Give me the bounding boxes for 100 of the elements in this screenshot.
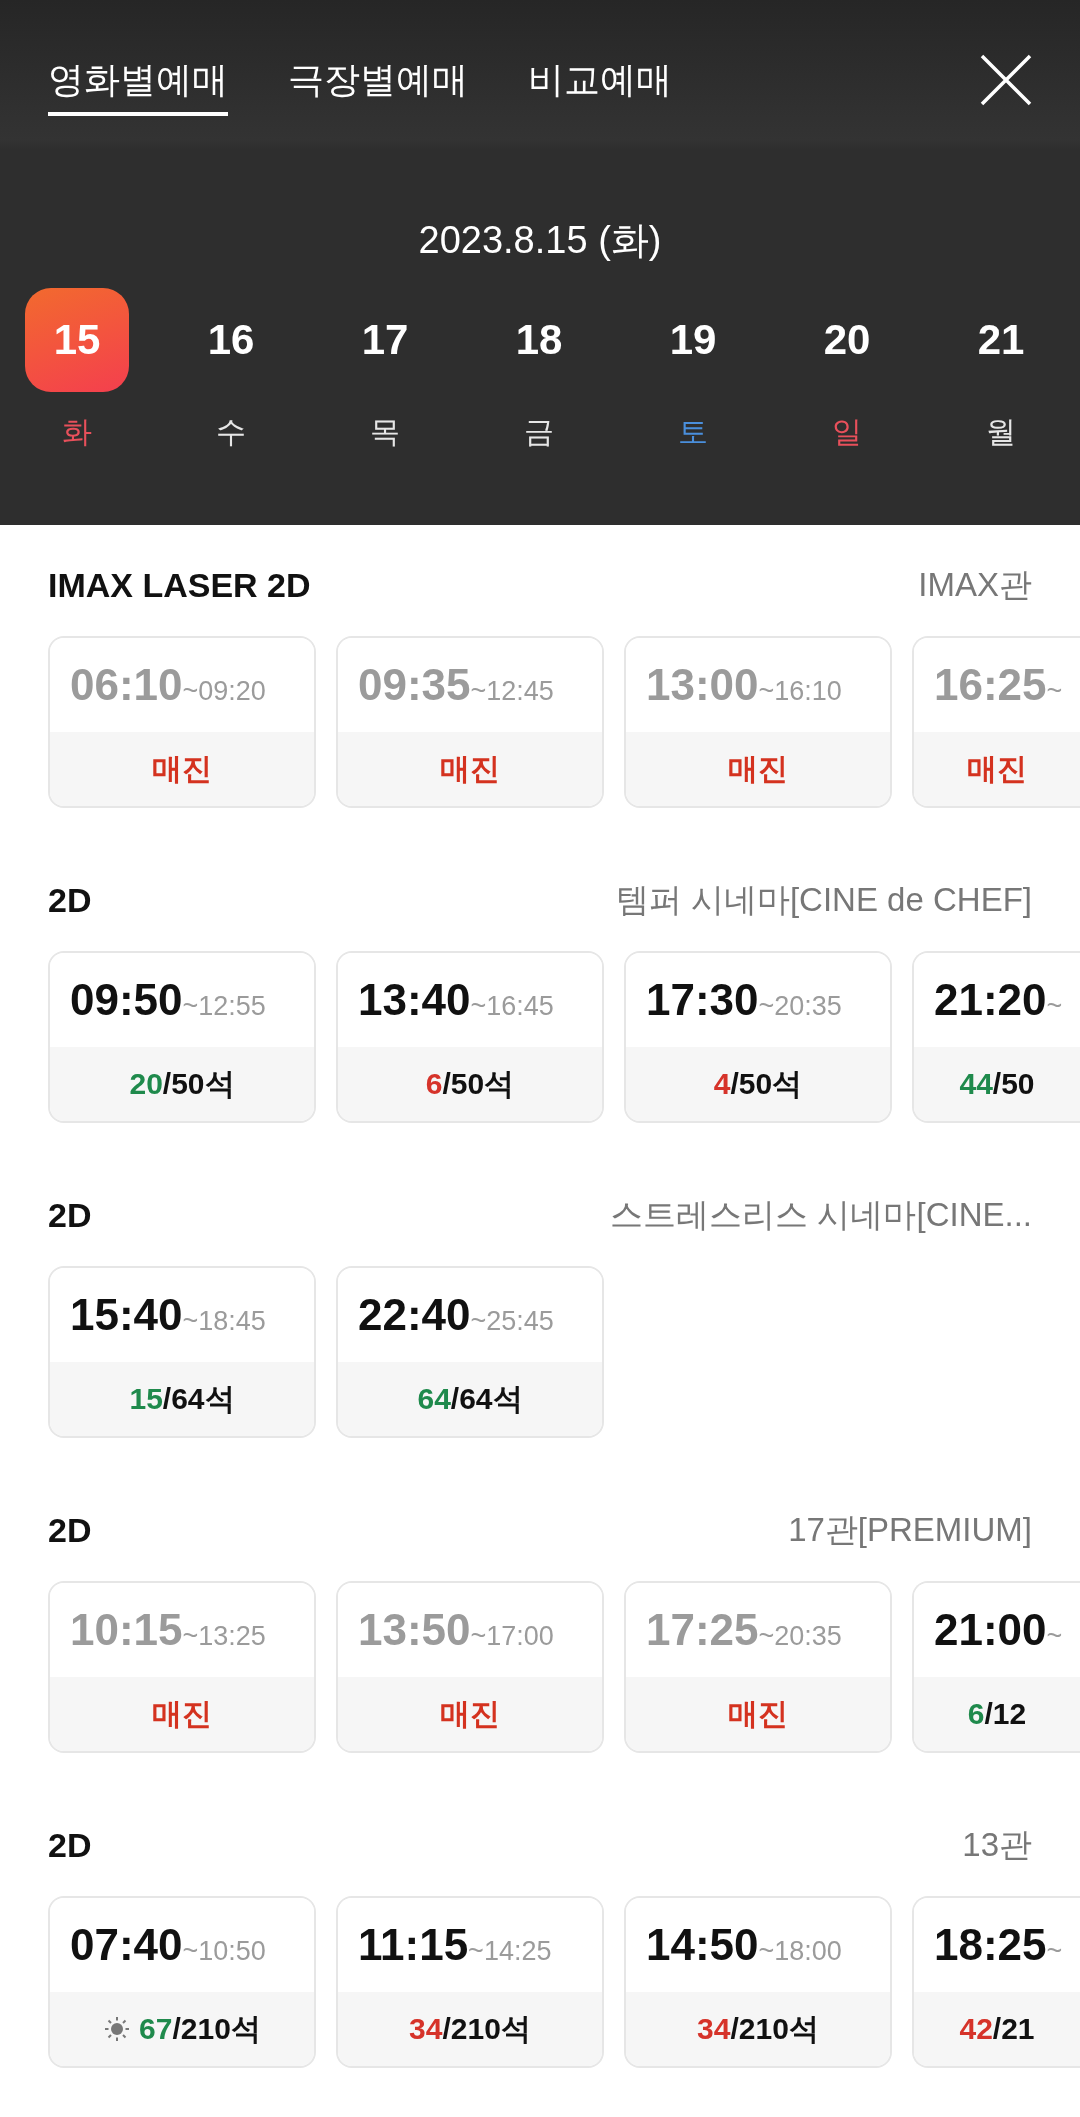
sold-out-label: 매진 xyxy=(152,1694,212,1733)
start-time: 14:50 xyxy=(646,1920,759,1970)
showtime-card[interactable]: 07:40~10:50 67/210석 xyxy=(48,1896,316,2068)
tab[interactable]: 극장별예매 xyxy=(288,50,468,116)
close-button[interactable] xyxy=(980,54,1032,106)
showtime-card[interactable]: 18:25~ 42/21 xyxy=(912,1896,1080,2068)
weekday-label: 월 xyxy=(986,413,1016,451)
start-time: 17:30 xyxy=(646,975,759,1025)
showtime-card[interactable]: 15:40~18:45 15/64석 xyxy=(48,1266,316,1438)
tab[interactable]: 비교예매 xyxy=(528,50,672,116)
weekday-label: 화 xyxy=(62,413,92,451)
format-label: 2D xyxy=(48,1510,92,1550)
end-time: ~10:50 xyxy=(182,1936,266,1967)
start-time: 06:10 xyxy=(70,660,183,710)
end-time: ~14:25 xyxy=(468,1936,552,1967)
end-time: ~ xyxy=(1046,1936,1063,1967)
end-time: ~09:20 xyxy=(182,676,266,707)
start-time: 16:25 xyxy=(934,660,1047,710)
sold-out-label: 매진 xyxy=(728,1694,788,1733)
showtime-card[interactable]: 21:00~ 6/12 xyxy=(912,1581,1080,1753)
seat-count: 34/210석 xyxy=(409,2010,531,2047)
seat-count: 67/210석 xyxy=(139,2010,261,2047)
start-time: 17:25 xyxy=(646,1605,759,1655)
start-time: 18:25 xyxy=(934,1920,1047,1970)
showtime-card[interactable]: 13:50~17:00 매진 xyxy=(336,1581,604,1753)
showtime-card[interactable]: 06:10~09:20 매진 xyxy=(48,636,316,808)
showtime-card[interactable]: 22:40~25:45 64/64석 xyxy=(336,1266,604,1438)
seat-count: 6/12 xyxy=(967,1697,1027,1731)
sold-out-label: 매진 xyxy=(440,1694,500,1733)
format-label: IMAX LASER 2D xyxy=(48,565,311,605)
start-time: 15:40 xyxy=(70,1290,183,1340)
sold-out-label: 매진 xyxy=(440,749,500,788)
date-button[interactable]: 19 xyxy=(641,288,745,392)
end-time: ~ xyxy=(1046,676,1063,707)
start-time: 09:50 xyxy=(70,975,183,1025)
start-time: 13:50 xyxy=(358,1605,471,1655)
weekday-label: 일 xyxy=(832,413,862,451)
end-time: ~20:35 xyxy=(758,1621,842,1652)
start-time: 21:20 xyxy=(934,975,1047,1025)
start-time: 21:00 xyxy=(934,1605,1047,1655)
start-time: 22:40 xyxy=(358,1290,471,1340)
format-label: 2D xyxy=(48,1195,92,1235)
end-time: ~16:10 xyxy=(758,676,842,707)
seat-count: 4/50석 xyxy=(713,1065,803,1102)
screen-name: 13관 xyxy=(962,1824,1032,1865)
end-time: ~16:45 xyxy=(470,991,554,1022)
seat-count: 15/64석 xyxy=(129,1380,235,1417)
showtime-card[interactable]: 17:30~20:35 4/50석 xyxy=(624,951,892,1123)
start-time: 11:15 xyxy=(358,1920,469,1970)
end-time: ~ xyxy=(1046,991,1063,1022)
start-time: 09:35 xyxy=(358,660,471,710)
date-button[interactable]: 17 xyxy=(333,288,437,392)
showtime-card[interactable]: 16:25~ 매진 xyxy=(912,636,1080,808)
showtime-card[interactable]: 14:50~18:00 34/210석 xyxy=(624,1896,892,2068)
screen-name: 스트레스리스 시네마[CINE... xyxy=(610,1194,1032,1235)
tab[interactable]: 영화별예매 xyxy=(48,50,228,116)
format-label: 2D xyxy=(48,880,92,920)
start-time: 07:40 xyxy=(70,1920,183,1970)
showtime-card[interactable]: 10:15~13:25 매진 xyxy=(48,1581,316,1753)
end-time: ~25:45 xyxy=(470,1306,554,1337)
end-time: ~18:00 xyxy=(758,1936,842,1967)
showtime-card[interactable]: 17:25~20:35 매진 xyxy=(624,1581,892,1753)
end-time: ~18:45 xyxy=(182,1306,266,1337)
date-button[interactable]: 16 xyxy=(179,288,283,392)
end-time: ~20:35 xyxy=(758,991,842,1022)
weekday-label: 토 xyxy=(678,413,708,451)
showtime-card[interactable]: 13:40~16:45 6/50석 xyxy=(336,951,604,1123)
start-time: 10:15 xyxy=(70,1605,183,1655)
start-time: 13:40 xyxy=(358,975,471,1025)
seat-count: 34/210석 xyxy=(697,2010,819,2047)
date-button[interactable]: 20 xyxy=(795,288,899,392)
start-time: 13:00 xyxy=(646,660,759,710)
seat-count: 6/50석 xyxy=(425,1065,515,1102)
date-button[interactable]: 21 xyxy=(949,288,1053,392)
sold-out-label: 매진 xyxy=(152,749,212,788)
screen-name: 템퍼 시네마[CINE de CHEF] xyxy=(615,879,1032,920)
screen-name: 17관[PREMIUM] xyxy=(788,1509,1032,1550)
showtime-card[interactable]: 13:00~16:10 매진 xyxy=(624,636,892,808)
weekday-label: 목 xyxy=(370,413,400,451)
end-time: ~13:25 xyxy=(182,1621,266,1652)
selected-date: 2023.8.15 (화) xyxy=(417,218,663,263)
end-time: ~12:55 xyxy=(182,991,266,1022)
seat-count: 64/64석 xyxy=(417,1380,523,1417)
sold-out-label: 매진 xyxy=(967,749,1027,788)
showtime-card[interactable]: 09:50~12:55 20/50석 xyxy=(48,951,316,1123)
seat-count: 44/50 xyxy=(959,1067,1035,1101)
showtime-card[interactable]: 11:15~14:25 34/210석 xyxy=(336,1896,604,2068)
weekday-label: 수 xyxy=(216,413,246,451)
end-time: ~12:45 xyxy=(470,676,554,707)
seat-count: 42/21 xyxy=(959,2012,1035,2046)
screen-name: IMAX관 xyxy=(918,564,1032,605)
showtime-card[interactable]: 21:20~ 44/50 xyxy=(912,951,1080,1123)
format-label: 2D xyxy=(48,1825,92,1865)
seat-count: 20/50석 xyxy=(129,1065,235,1102)
showtime-card[interactable]: 09:35~12:45 매진 xyxy=(336,636,604,808)
end-time: ~ xyxy=(1046,1621,1063,1652)
end-time: ~17:00 xyxy=(470,1621,554,1652)
weekday-label: 금 xyxy=(524,413,554,451)
date-button[interactable]: 18 xyxy=(487,288,591,392)
close-icon xyxy=(980,54,1032,106)
